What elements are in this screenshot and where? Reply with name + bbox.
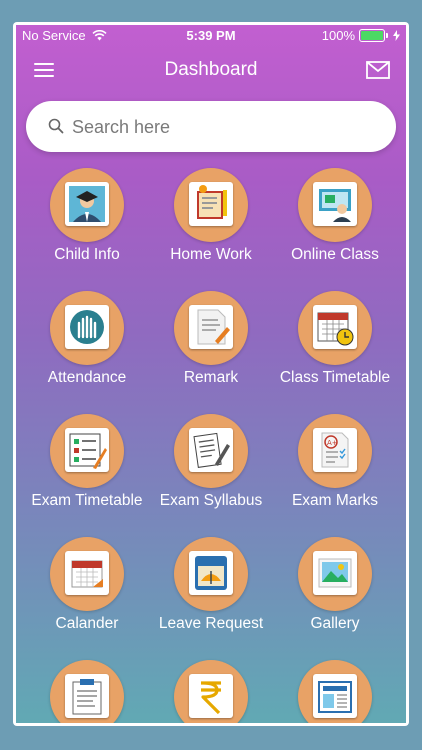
tile-exam-timetable[interactable]: Exam Timetable bbox=[22, 414, 152, 534]
tile-class-timetable[interactable]: Class Timetable bbox=[270, 291, 400, 411]
tile-gallery[interactable]: Gallery bbox=[270, 537, 400, 657]
remark-note-icon bbox=[189, 305, 233, 349]
tile-circle bbox=[50, 291, 124, 365]
status-bar: No Service 5:39 PM 100% bbox=[16, 25, 406, 47]
battery-icon bbox=[359, 29, 388, 42]
page-title: Dashboard bbox=[164, 59, 258, 80]
svg-text:A+: A+ bbox=[327, 439, 338, 447]
tile-online-class[interactable]: Online Class bbox=[270, 168, 400, 288]
tile-attendance[interactable]: Attendance bbox=[22, 291, 152, 411]
search-bar[interactable] bbox=[26, 101, 396, 154]
leave-request-icon bbox=[189, 551, 233, 595]
raised-hands-icon bbox=[65, 305, 109, 349]
clipboard-icon bbox=[65, 674, 109, 718]
tile-circle bbox=[174, 168, 248, 242]
tile-news[interactable] bbox=[270, 660, 400, 723]
tile-calander[interactable]: Calander bbox=[22, 537, 152, 657]
tile-circle bbox=[174, 537, 248, 611]
tile-circle bbox=[174, 291, 248, 365]
tile-label: Exam Marks bbox=[291, 492, 379, 509]
navigation-bar: Dashboard bbox=[16, 47, 406, 93]
exam-marks-grade-icon: A+ bbox=[313, 428, 357, 472]
battery-percent: 100% bbox=[321, 28, 355, 43]
newspaper-icon bbox=[313, 674, 357, 718]
syllabus-document-icon bbox=[189, 428, 233, 472]
tile-leave-request[interactable]: Leave Request bbox=[146, 537, 276, 657]
homework-notebook-icon bbox=[189, 182, 233, 226]
charging-bolt-icon bbox=[393, 30, 400, 41]
tile-fee[interactable] bbox=[146, 660, 276, 723]
tile-child-info[interactable]: Child Info bbox=[22, 168, 152, 288]
search-icon bbox=[48, 118, 64, 134]
student-graduate-icon bbox=[65, 182, 109, 226]
tile-circle bbox=[298, 168, 372, 242]
tile-circle bbox=[50, 414, 124, 488]
rupee-fee-icon bbox=[189, 674, 233, 718]
exam-checklist-icon bbox=[65, 428, 109, 472]
tile-remark[interactable]: Remark bbox=[146, 291, 276, 411]
tile-label: Class Timetable bbox=[279, 369, 391, 386]
search-input[interactable] bbox=[70, 101, 374, 154]
tile-label: Online Class bbox=[291, 246, 379, 263]
online-class-icon bbox=[313, 182, 357, 226]
tile-circle bbox=[298, 291, 372, 365]
mail-icon[interactable] bbox=[366, 61, 390, 79]
tile-circle bbox=[298, 660, 372, 723]
tile-clipboard[interactable] bbox=[22, 660, 152, 723]
app-screen: No Service 5:39 PM 100% Dashboard Search… bbox=[16, 25, 406, 723]
tile-circle bbox=[50, 537, 124, 611]
tile-circle bbox=[50, 168, 124, 242]
tile-circle bbox=[174, 660, 248, 723]
calendar-icon bbox=[65, 551, 109, 595]
tile-circle bbox=[298, 537, 372, 611]
tile-home-work[interactable]: Home Work bbox=[146, 168, 276, 288]
tile-exam-marks[interactable]: A+ Exam Marks bbox=[270, 414, 400, 534]
tile-label: Gallery bbox=[310, 615, 360, 632]
tile-circle bbox=[50, 660, 124, 723]
tile-circle: A+ bbox=[298, 414, 372, 488]
gallery-image-icon bbox=[313, 551, 357, 595]
tile-circle bbox=[174, 414, 248, 488]
tile-exam-syllabus[interactable]: Exam Syllabus bbox=[146, 414, 276, 534]
timetable-calendar-clock-icon bbox=[313, 305, 357, 349]
